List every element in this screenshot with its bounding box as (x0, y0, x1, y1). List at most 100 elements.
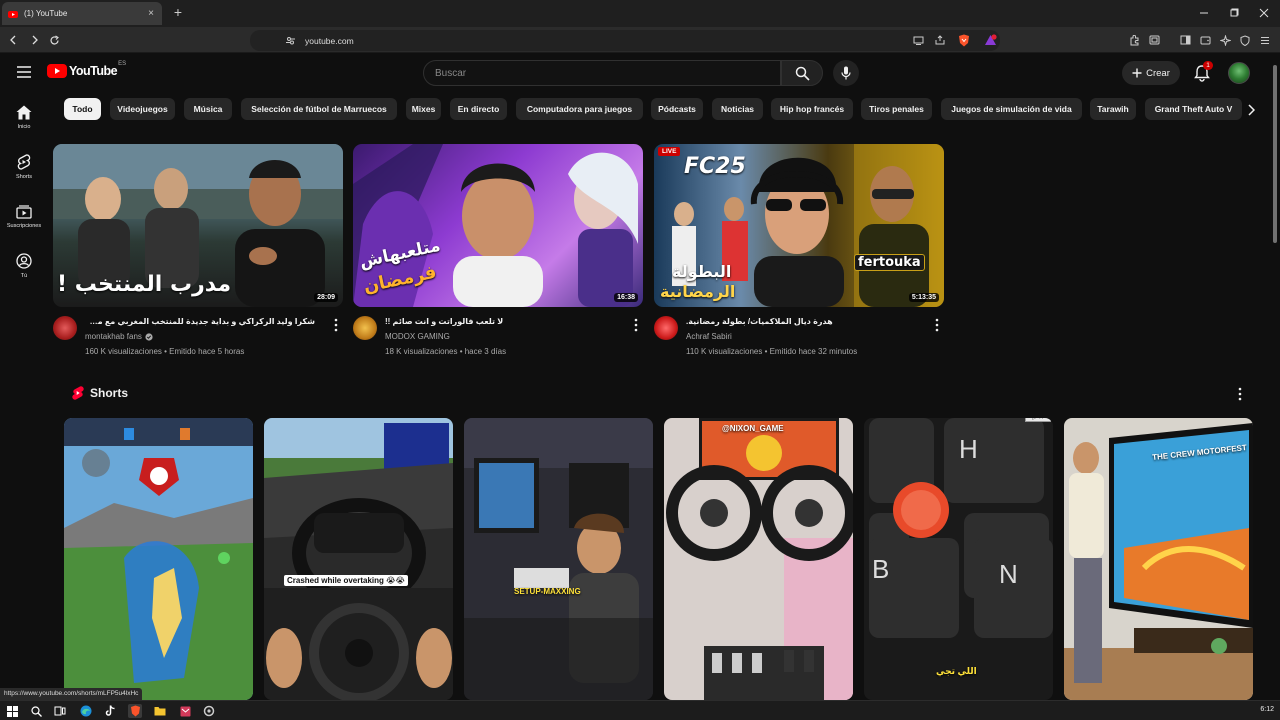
more-actions-icon[interactable] (934, 318, 940, 332)
wallet-extension-icon[interactable] (1146, 32, 1162, 48)
brave-shield-icon[interactable] (956, 32, 972, 48)
chip-en-directo[interactable]: En directo (450, 98, 507, 120)
ad-badge[interactable]: ▷ ✕ (1025, 418, 1051, 422)
short-card[interactable]: H B N ▷ ✕ اللي تجي (864, 418, 1053, 700)
sidebar-item-you[interactable]: Tú (0, 253, 48, 279)
leo-ai-icon[interactable] (1217, 32, 1233, 48)
edge-icon[interactable] (79, 704, 93, 718)
channel-avatar[interactable] (654, 316, 678, 340)
sidebar-item-home[interactable]: Inicio (0, 105, 48, 130)
channel-name[interactable]: MODOX GAMING (385, 332, 450, 341)
settings-icon[interactable] (202, 704, 216, 718)
chip-tiros-penales[interactable]: Tiros penales (861, 98, 932, 120)
voice-search-button[interactable] (833, 60, 859, 86)
file-explorer-icon[interactable] (153, 704, 167, 718)
brave-rewards-icon[interactable] (982, 32, 998, 48)
search-box[interactable] (423, 60, 781, 86)
short-card[interactable]: @NIXON_GAME (664, 418, 853, 700)
restore-button[interactable] (1224, 4, 1244, 22)
search-input[interactable] (435, 67, 780, 79)
subscriptions-icon (16, 205, 32, 219)
short-thumbnail (464, 418, 653, 700)
reload-button[interactable] (46, 32, 62, 48)
forward-button[interactable] (26, 32, 42, 48)
short-card[interactable]: THE CREW MOTORFEST (1064, 418, 1253, 700)
chip-computadora-juegos[interactable]: Computadora para juegos (516, 98, 643, 120)
chip-hip-hop-frances[interactable]: Hip hop francés (771, 98, 853, 120)
close-window-button[interactable] (1254, 4, 1274, 22)
shorts-more-icon[interactable] (1236, 387, 1244, 401)
omnibox[interactable]: youtube.com (250, 30, 1000, 51)
windows-start-icon[interactable] (5, 704, 19, 718)
browser-tabstrip: (1) YouTube × + (0, 0, 1280, 27)
chip-tarawih[interactable]: Tarawih (1090, 98, 1136, 120)
youtube-logo[interactable]: YouTube ES (47, 61, 126, 78)
extensions-icon[interactable] (1126, 32, 1142, 48)
share-icon[interactable] (932, 32, 948, 48)
cast-icon[interactable] (910, 32, 926, 48)
channel-name[interactable]: montakhab fans (85, 332, 153, 341)
more-actions-icon[interactable] (633, 318, 639, 332)
brave-browser-icon[interactable] (128, 704, 142, 718)
status-url: https://www.youtube.com/shorts/mLFP5u4lx… (0, 688, 143, 700)
browser-tab-youtube[interactable]: (1) YouTube × (2, 2, 162, 25)
chip-videojuegos[interactable]: Videojuegos (110, 98, 175, 120)
address-bar-row: youtube.com (0, 27, 1280, 53)
chip-mixes[interactable]: Mixes (406, 98, 441, 120)
chip-seleccion-futbol[interactable]: Selección de fútbol de Marruecos (241, 98, 397, 120)
back-button[interactable] (6, 32, 22, 48)
channel-avatar[interactable] (353, 316, 377, 340)
video-title[interactable]: لا تلعب فالوراتت و انت صائم !! (385, 317, 615, 326)
short-caption: SETUP-MAXXING (514, 587, 581, 596)
short-card[interactable]: SETUP-MAXXING (464, 418, 653, 700)
task-view-icon[interactable] (53, 704, 67, 718)
chip-gta-v[interactable]: Grand Theft Auto V (1145, 98, 1242, 120)
chip-noticias[interactable]: Noticias (712, 98, 763, 120)
new-tab-button[interactable]: + (170, 4, 186, 20)
video-title[interactable]: هدرة ديال الملاكميات/ بطولة رمضانية. (686, 317, 916, 326)
tab-close-icon[interactable]: × (146, 8, 156, 19)
notification-count-badge: 1 (1203, 61, 1213, 70)
more-actions-icon[interactable] (333, 318, 339, 332)
chip-podcasts[interactable]: Pódcasts (651, 98, 703, 120)
short-card[interactable]: Crashed while overtaking 😭😭 (264, 418, 453, 700)
windows-taskbar: 6:12 (0, 700, 1280, 720)
chip-juegos-simulacion[interactable]: Juegos de simulación de vida (941, 98, 1082, 120)
youtube-header: YouTube ES Crear 1 (0, 53, 1270, 93)
channel-avatar[interactable] (53, 316, 77, 340)
channel-name[interactable]: Achraf Sabiri (686, 332, 732, 341)
chip-musica[interactable]: Música (184, 98, 232, 120)
minimize-button[interactable] (1194, 4, 1214, 22)
search-icon[interactable] (29, 704, 43, 718)
vpn-icon[interactable] (1237, 32, 1253, 48)
sidebar-item-subscriptions[interactable]: Suscripciones (0, 204, 48, 229)
shorts-section-header: Shorts (72, 386, 128, 400)
sidebar-item-shorts[interactable]: Shorts (0, 154, 48, 180)
short-card[interactable] (64, 418, 253, 700)
sidebar-toggle-icon[interactable] (1177, 32, 1193, 48)
search-button[interactable] (781, 60, 823, 86)
chip-todo[interactable]: Todo (64, 98, 101, 120)
browser-menu-icon[interactable] (1257, 32, 1273, 48)
channel-name-text: Achraf Sabiri (686, 332, 732, 341)
video-stats: 160 K visualizaciones • Emitido hace 5 h… (85, 347, 245, 356)
account-avatar[interactable] (1228, 62, 1250, 84)
page-scrollbar[interactable] (1270, 53, 1280, 700)
home-icon (16, 105, 32, 120)
video-thumbnail[interactable]: متلعبهاش فرمضان 16:38 (353, 144, 643, 307)
channel-name-text: MODOX GAMING (385, 332, 450, 341)
mail-icon[interactable] (178, 704, 192, 718)
create-button[interactable]: Crear (1122, 61, 1180, 85)
menu-icon[interactable] (16, 65, 32, 79)
video-thumbnail[interactable]: مدرب المنتخب ! 28:09 (53, 144, 343, 307)
tiktok-icon[interactable] (103, 704, 117, 718)
site-info-icon[interactable] (286, 36, 295, 45)
wallet-icon[interactable] (1197, 32, 1213, 48)
scrollbar-thumb[interactable] (1273, 65, 1277, 243)
video-title[interactable]: شكرا وليد الركراكي و بداية جديدة للمنتخب… (85, 317, 315, 326)
create-label: Crear (1146, 67, 1170, 79)
chips-next-button[interactable] (1241, 99, 1261, 121)
video-duration: 28:09 (314, 293, 338, 302)
video-thumbnail[interactable]: LIVE FC25 fertouka البطولة الرمضانية 5:1… (654, 144, 944, 307)
chevron-right-icon (1248, 104, 1255, 116)
